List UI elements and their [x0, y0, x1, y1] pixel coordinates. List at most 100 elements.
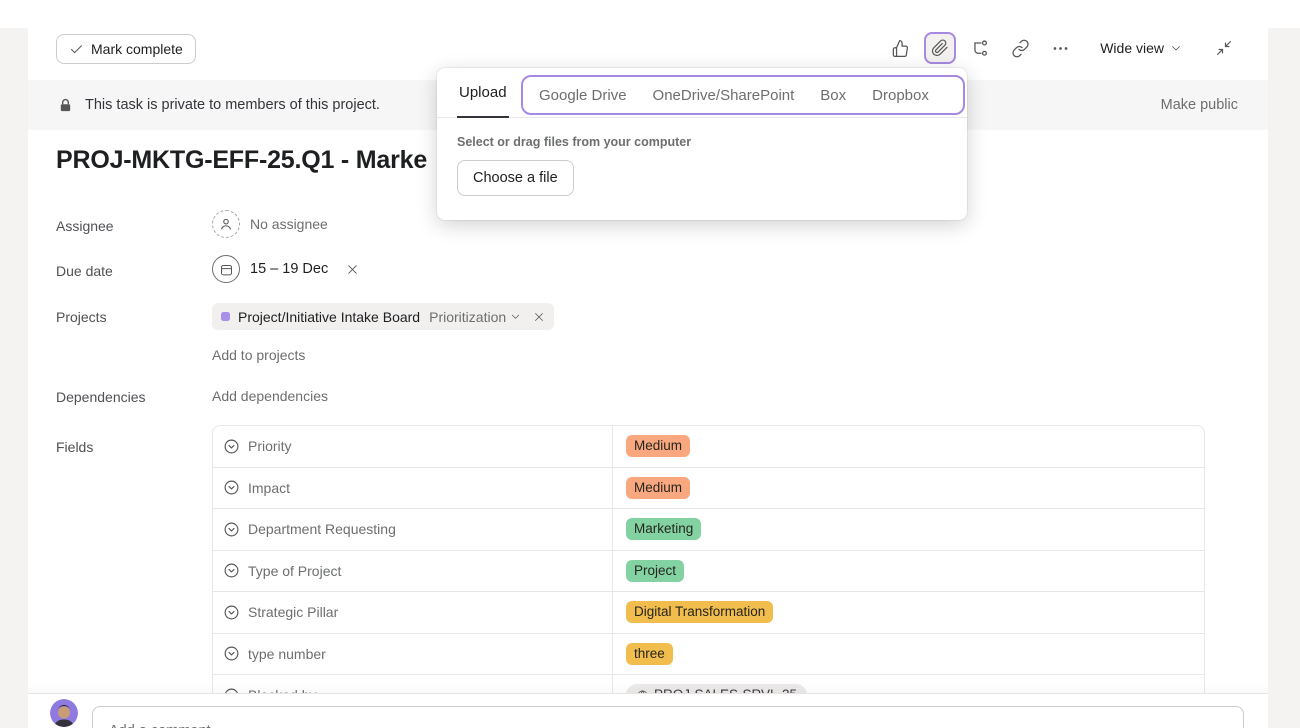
- lock-icon: [58, 98, 73, 113]
- choose-file-button[interactable]: Choose a file: [457, 160, 574, 196]
- field-name-cell[interactable]: Strategic Pillar: [213, 592, 613, 633]
- x-icon: [533, 311, 545, 323]
- calendar-icon-button[interactable]: [212, 255, 240, 283]
- paperclip-icon: [931, 39, 949, 57]
- chevron-down-icon: [1170, 42, 1182, 54]
- right-margin: [1268, 28, 1300, 728]
- project-section-label: Prioritization: [429, 309, 506, 325]
- collapse-icon: [1215, 39, 1233, 57]
- project-section-dropdown[interactable]: Prioritization: [429, 309, 521, 325]
- chevron-circle-icon: [223, 645, 240, 662]
- task-title[interactable]: PROJ-MKTG-EFF-25.Q1 - Marke: [56, 146, 427, 175]
- attach-file-button[interactable]: [924, 32, 956, 64]
- chevron-circle-icon: [223, 562, 240, 579]
- tab-onedrive-sharepoint[interactable]: OneDrive/SharePoint: [653, 87, 795, 104]
- field-value-tag[interactable]: Medium: [626, 435, 690, 457]
- project-name[interactable]: Project/Initiative Intake Board: [238, 309, 420, 325]
- field-value-text: Marketing: [634, 521, 693, 537]
- chevron-down-icon: [510, 311, 521, 322]
- chevron-circle-icon: [223, 604, 240, 621]
- field-value-cell[interactable]: Digital Transformation: [613, 592, 1204, 633]
- field-row: Priority Medium: [213, 426, 1204, 468]
- field-name: Impact: [248, 480, 290, 496]
- field-value-cell[interactable]: Medium: [613, 426, 1204, 467]
- wide-view-label: Wide view: [1100, 40, 1164, 56]
- more-actions-button[interactable]: [1044, 32, 1076, 64]
- like-button[interactable]: [884, 32, 916, 64]
- field-name: Department Requesting: [248, 521, 396, 537]
- dependencies-label: Dependencies: [56, 389, 146, 405]
- comment-bar: [28, 694, 1268, 728]
- thumbs-up-icon: [891, 39, 910, 58]
- clear-due-date-button[interactable]: [346, 263, 359, 276]
- field-name: Priority: [248, 438, 292, 454]
- field-name: type number: [248, 646, 326, 662]
- field-value-text: Medium: [634, 438, 682, 454]
- upload-hint: Select or drag files from your computer: [457, 135, 947, 149]
- left-margin: [0, 28, 28, 728]
- field-value-tag[interactable]: Medium: [626, 477, 690, 499]
- field-name-cell[interactable]: Type of Project: [213, 551, 613, 592]
- wide-view-dropdown[interactable]: Wide view: [1092, 35, 1190, 61]
- assignee-value[interactable]: No assignee: [212, 210, 328, 238]
- field-value-text: Digital Transformation: [634, 604, 765, 620]
- copy-link-button[interactable]: [1004, 32, 1036, 64]
- field-row: Type of Project Project: [213, 551, 1204, 593]
- field-name: Strategic Pillar: [248, 604, 338, 620]
- tab-dropbox[interactable]: Dropbox: [872, 87, 929, 104]
- field-name-cell[interactable]: type number: [213, 634, 613, 675]
- custom-fields-table: Priority Medium Impact Medium Department…: [212, 425, 1205, 718]
- field-value-tag[interactable]: Project: [626, 560, 684, 582]
- assignee-label: Assignee: [56, 218, 114, 234]
- fields-label: Fields: [56, 439, 93, 455]
- collapse-view-button[interactable]: [1208, 32, 1240, 64]
- add-to-projects-link[interactable]: Add to projects: [212, 347, 305, 363]
- subtasks-icon: [971, 39, 990, 58]
- field-value-cell[interactable]: Medium: [613, 468, 1204, 509]
- project-pill[interactable]: Project/Initiative Intake Board Prioriti…: [212, 303, 554, 330]
- attachment-tabs: Upload Google Drive OneDrive/SharePoint …: [437, 68, 967, 118]
- field-row: type number three: [213, 634, 1204, 676]
- chevron-circle-icon: [223, 479, 240, 496]
- projects-value: Project/Initiative Intake Board Prioriti…: [212, 303, 554, 330]
- add-to-projects-row: Add to projects: [212, 347, 305, 363]
- tab-box[interactable]: Box: [820, 87, 846, 104]
- field-row: Department Requesting Marketing: [213, 509, 1204, 551]
- mark-complete-label: Mark complete: [91, 41, 183, 57]
- ellipsis-icon: [1051, 39, 1070, 58]
- field-name-cell[interactable]: Department Requesting: [213, 509, 613, 550]
- no-assignee-text[interactable]: No assignee: [250, 216, 328, 232]
- field-value-text: three: [634, 646, 665, 662]
- attachment-popup: Upload Google Drive OneDrive/SharePoint …: [437, 68, 967, 220]
- field-value-cell[interactable]: Marketing: [613, 509, 1204, 550]
- add-subtasks-button[interactable]: [964, 32, 996, 64]
- field-value-cell[interactable]: Project: [613, 551, 1204, 592]
- tab-google-drive[interactable]: Google Drive: [539, 87, 627, 104]
- field-value-tag[interactable]: Digital Transformation: [626, 601, 773, 623]
- add-dependencies-link[interactable]: Add dependencies: [212, 388, 328, 404]
- due-date-value[interactable]: 15 – 19 Dec: [212, 255, 359, 283]
- field-value-tag[interactable]: Marketing: [626, 518, 701, 540]
- field-row: Impact Medium: [213, 468, 1204, 510]
- person-icon: [218, 216, 234, 232]
- upload-panel: Select or drag files from your computer …: [437, 118, 967, 213]
- link-icon: [1011, 39, 1030, 58]
- field-value-tag[interactable]: three: [626, 643, 673, 665]
- chevron-circle-icon: [223, 521, 240, 538]
- due-date-label: Due date: [56, 263, 113, 279]
- privacy-message: This task is private to members of this …: [85, 97, 380, 113]
- field-value-cell[interactable]: three: [613, 634, 1204, 675]
- make-public-button[interactable]: Make public: [1161, 97, 1238, 113]
- field-name-cell[interactable]: Priority: [213, 426, 613, 467]
- dependencies-value: Add dependencies: [212, 388, 328, 404]
- mark-complete-button[interactable]: Mark complete: [56, 34, 196, 64]
- comment-input[interactable]: [92, 706, 1244, 728]
- user-avatar[interactable]: [50, 699, 78, 727]
- field-value-text: Medium: [634, 480, 682, 496]
- assignee-avatar-placeholder[interactable]: [212, 210, 240, 238]
- tab-upload[interactable]: Upload: [457, 68, 509, 118]
- field-name-cell[interactable]: Impact: [213, 468, 613, 509]
- field-row: Strategic Pillar Digital Transformation: [213, 592, 1204, 634]
- due-date-text[interactable]: 15 – 19 Dec: [250, 261, 328, 277]
- remove-project-button[interactable]: [533, 311, 545, 323]
